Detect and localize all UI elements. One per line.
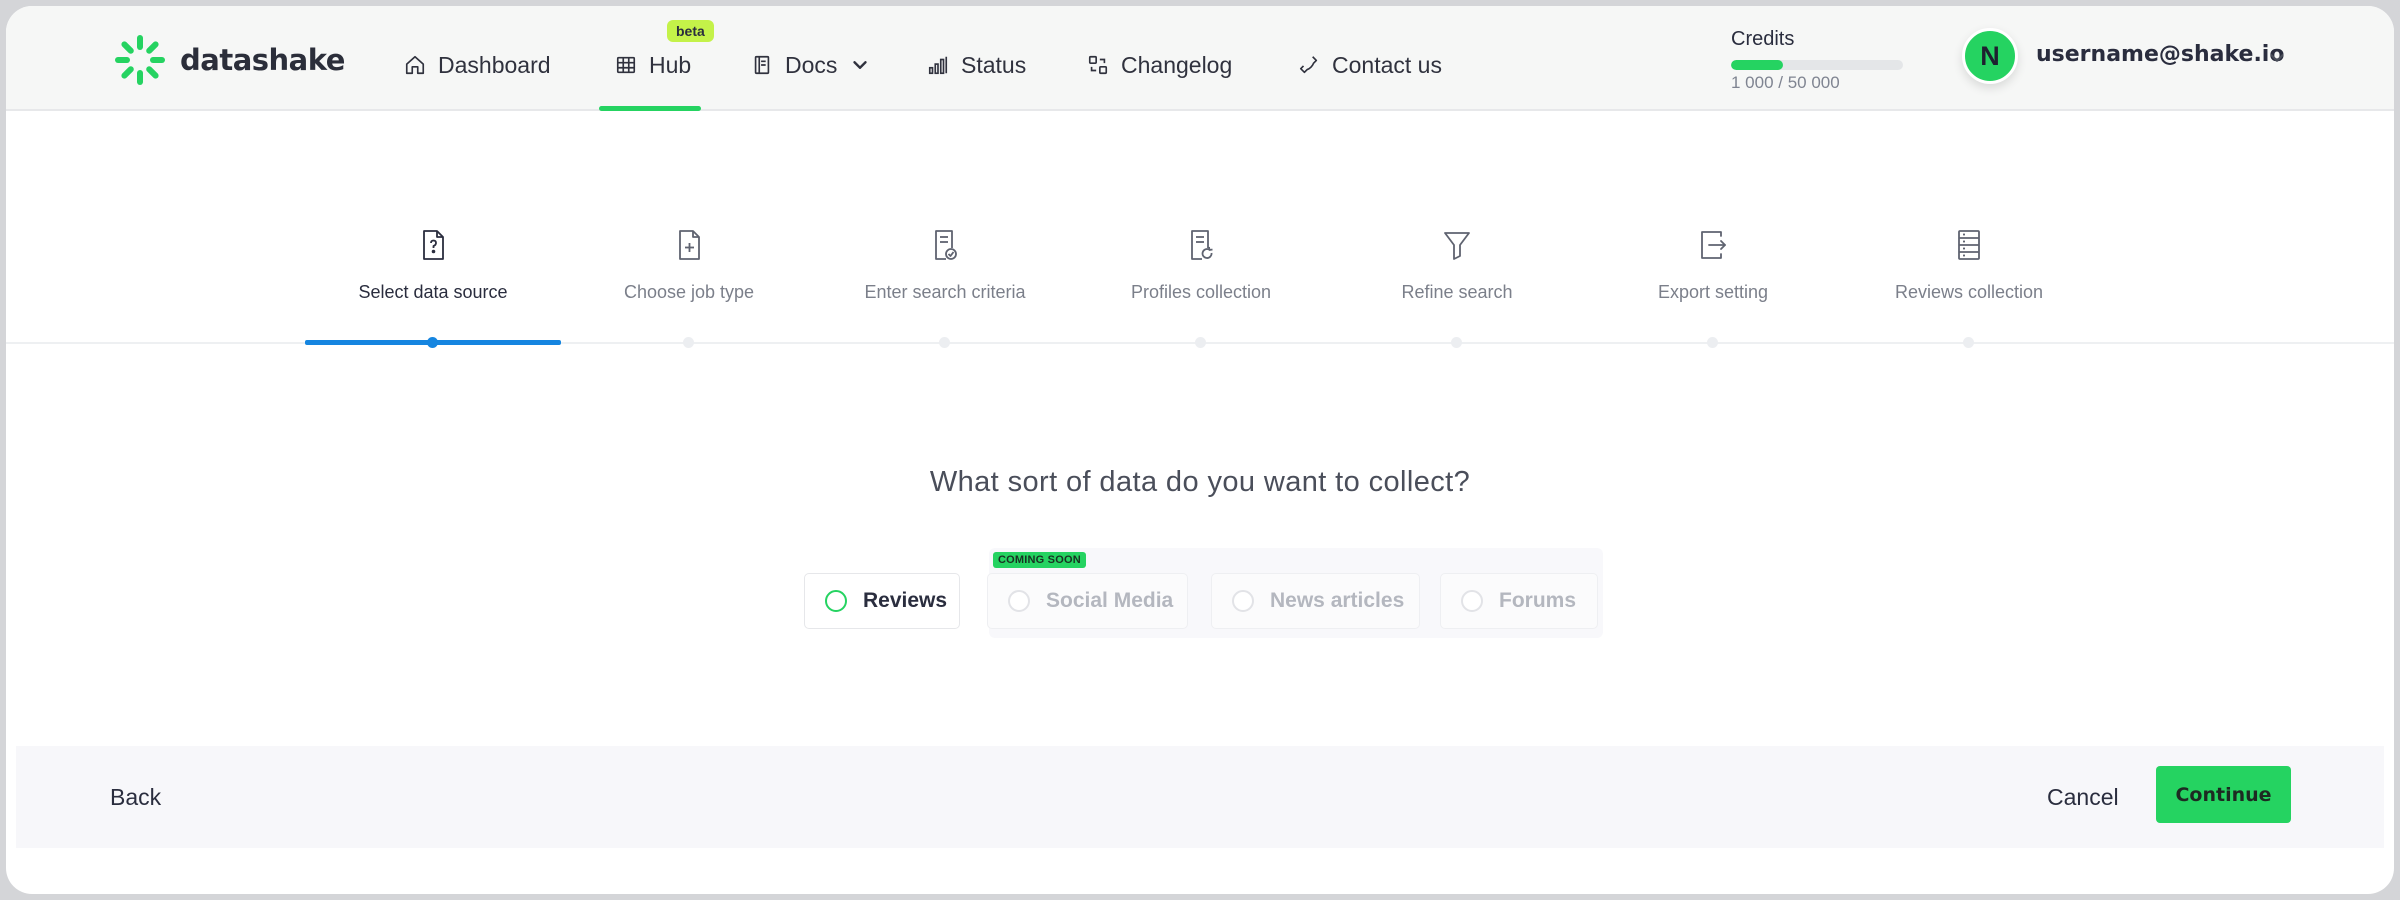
step-enter-search-criteria: Enter search criteria <box>817 228 1073 348</box>
step-dot <box>1195 337 1206 348</box>
logo-wordmark: datashake <box>180 43 345 77</box>
phone-icon <box>1299 56 1318 74</box>
step-label: Choose job type <box>623 282 755 302</box>
step-label: Reviews collection <box>1894 282 2044 302</box>
grid-icon <box>616 56 636 74</box>
nav-dashboard[interactable]: Dashboard <box>404 47 551 83</box>
footer-bar <box>16 746 2384 848</box>
radio-button <box>1008 590 1030 612</box>
logo-burst-icon <box>115 35 165 85</box>
active-nav-indicator <box>599 106 701 111</box>
nav-changelog[interactable]: Changelog <box>1087 47 1232 83</box>
nav-hub[interactable]: Hub <box>615 47 691 83</box>
step-label: Enter search criteria <box>864 282 1026 302</box>
credits-progress-bar <box>1731 60 1903 70</box>
nav-dashboard-label: Dashboard <box>438 51 551 78</box>
nav-status-label: Status <box>961 51 1027 78</box>
file-question-icon <box>423 230 444 260</box>
option-news-articles: News articles <box>1211 573 1420 629</box>
step-label: Export setting <box>1657 282 1769 302</box>
page-question: What sort of data do you want to collect… <box>929 466 1471 498</box>
continue-button[interactable]: Continue <box>2156 766 2291 823</box>
export-icon <box>1701 231 1726 259</box>
credits-progress-fill <box>1731 60 1783 70</box>
top-navigation-bar: datashake Dashboard Hub beta Docs Status… <box>6 6 2394 111</box>
file-plus-icon <box>679 230 700 260</box>
option-forums: Forums <box>1440 573 1598 629</box>
chevron-down-icon <box>853 61 868 69</box>
back-button[interactable]: Back <box>110 784 161 811</box>
changelog-icon <box>1088 55 1108 75</box>
beta-badge: beta <box>667 20 714 42</box>
step-label: Select data source <box>358 282 508 302</box>
nav-hub-label: Hub <box>649 51 692 78</box>
coming-soon-badge: COMING SOON <box>993 552 1086 568</box>
step-dot <box>427 337 438 348</box>
list-icon <box>1958 230 1980 260</box>
credits-count: 1 000 / 50 000 <box>1731 73 1840 92</box>
step-refine-search: Refine search <box>1329 228 1585 348</box>
nav-contact-us[interactable]: Contact us <box>1298 47 1442 83</box>
datashake-logo[interactable]: datashake <box>110 30 345 90</box>
bar-chart-icon <box>928 56 948 75</box>
option-label: Forums <box>1499 589 1577 612</box>
file-check-icon <box>935 230 957 260</box>
step-profiles-collection: Profiles collection <box>1073 228 1329 348</box>
step-choose-job-type: Choose job type <box>561 228 817 348</box>
cancel-button[interactable]: Cancel <box>2047 784 2119 811</box>
home-icon <box>405 55 425 75</box>
step-export-setting: Export setting <box>1585 228 1841 348</box>
step-label: Profiles collection <box>1130 282 1272 302</box>
funnel-icon <box>1444 232 1470 260</box>
option-reviews[interactable]: Reviews <box>804 573 960 629</box>
radio-button <box>1461 590 1483 612</box>
step-dot <box>939 337 950 348</box>
nav-contact-label: Contact us <box>1332 51 1442 78</box>
file-refresh-icon <box>1191 230 1213 260</box>
step-dot <box>1963 337 1974 348</box>
app-window: datashake Dashboard Hub beta Docs Status… <box>6 6 2394 894</box>
step-label: Refine search <box>1401 282 1513 302</box>
option-social-media: Social Media <box>987 573 1188 629</box>
nav-docs-label: Docs <box>785 51 838 78</box>
chevron-down-icon[interactable] <box>2266 47 2288 69</box>
step-dot <box>1707 337 1718 348</box>
option-label: News articles <box>1270 589 1405 612</box>
option-label: Social Media <box>1046 589 1174 612</box>
option-label: Reviews <box>863 589 948 612</box>
nav-docs[interactable]: Docs <box>751 47 871 83</box>
document-icon <box>754 55 770 75</box>
radio-button[interactable] <box>825 590 847 612</box>
step-select-data-source[interactable]: Select data source <box>305 228 561 348</box>
step-dot <box>1451 337 1462 348</box>
user-email[interactable]: username@shake.io <box>2036 42 2284 67</box>
nav-status[interactable]: Status <box>927 47 1026 83</box>
step-reviews-collection: Reviews collection <box>1841 228 2097 348</box>
step-dot <box>683 337 694 348</box>
credits-label: Credits <box>1731 28 1795 50</box>
nav-changelog-label: Changelog <box>1121 51 1233 78</box>
avatar[interactable]: N <box>1962 28 2018 84</box>
radio-button <box>1232 590 1254 612</box>
